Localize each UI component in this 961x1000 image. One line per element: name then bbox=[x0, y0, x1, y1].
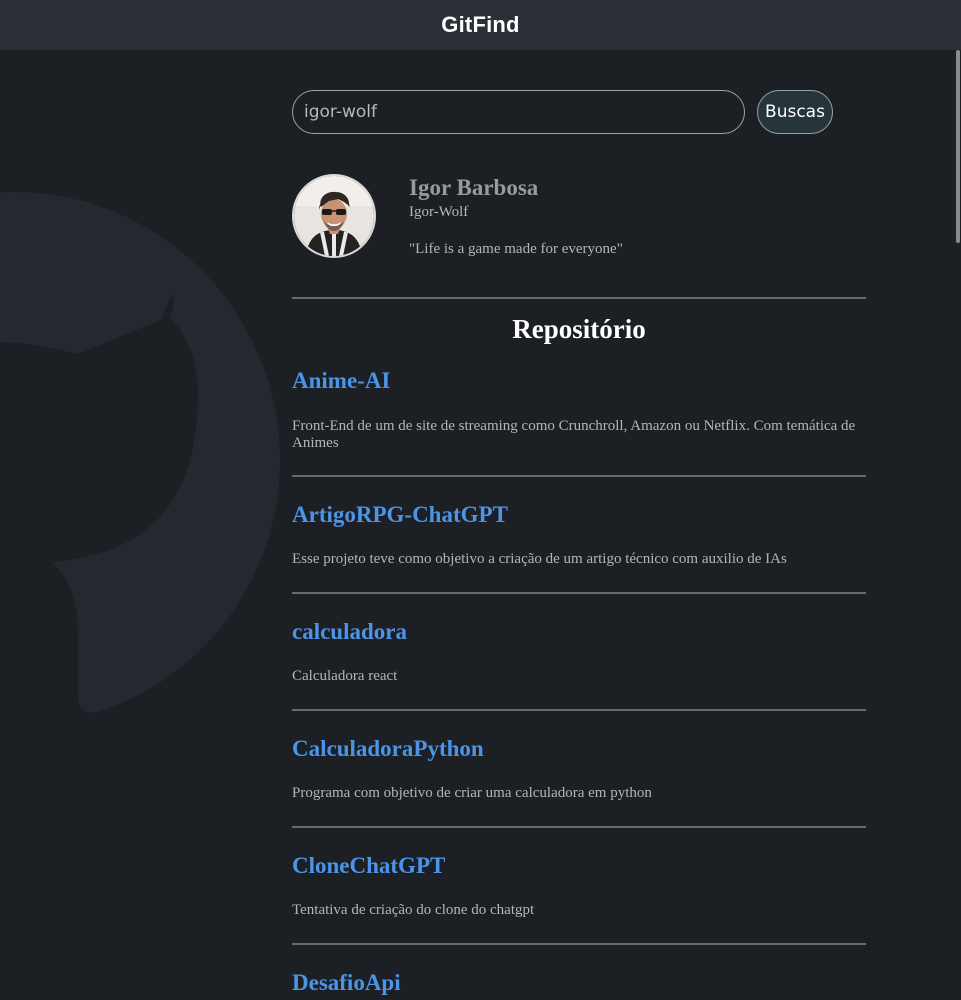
repo-link[interactable]: DesafioApi bbox=[292, 969, 866, 997]
app-title: GitFind bbox=[441, 12, 520, 37]
search-button[interactable]: Buscas bbox=[757, 90, 833, 134]
repo-item: ArtigoRPG-ChatGPT Esse projeto teve como… bbox=[292, 501, 866, 594]
profile-login: Igor-Wolf bbox=[409, 204, 469, 220]
profile-bio: "Life is a game made for everyone" bbox=[409, 241, 623, 257]
repo-description: Front-End de um de site de streaming com… bbox=[292, 418, 856, 451]
profile-info: Igor Barbosa Igor-Wolf "Life is a game m… bbox=[409, 174, 623, 258]
repo-description: Tentativa de criação do clone do chatgpt bbox=[292, 902, 535, 918]
repo-description: Programa com objetivo de criar uma calcu… bbox=[292, 785, 652, 801]
app-root: GitFind Buscas bbox=[0, 0, 961, 1000]
profile-divider bbox=[292, 297, 866, 299]
page-scrollbar[interactable] bbox=[955, 50, 961, 1000]
github-logo-icon bbox=[0, 192, 280, 713]
repo-divider bbox=[292, 826, 866, 828]
profile-name: Igor Barbosa bbox=[409, 175, 539, 200]
repo-item: calculadora Calculadora react bbox=[292, 618, 866, 711]
repo-divider bbox=[292, 475, 866, 477]
search-row: Buscas bbox=[292, 90, 866, 134]
repo-description: Calculadora react bbox=[292, 668, 398, 684]
top-bar: GitFind bbox=[0, 0, 961, 50]
repo-item: DesafioApi bbox=[292, 969, 866, 997]
repo-divider bbox=[292, 709, 866, 711]
repo-item: CloneChatGPT Tentativa de criação do clo… bbox=[292, 852, 866, 945]
avatar-photo bbox=[294, 176, 374, 256]
scrollbar-thumb[interactable] bbox=[956, 50, 960, 243]
repo-link[interactable]: calculadora bbox=[292, 618, 866, 646]
repo-divider bbox=[292, 592, 866, 594]
search-input[interactable] bbox=[292, 90, 745, 134]
avatar bbox=[292, 174, 376, 258]
repo-link[interactable]: ArtigoRPG-ChatGPT bbox=[292, 501, 866, 529]
repo-link[interactable]: CloneChatGPT bbox=[292, 852, 866, 880]
repositories-title: Repositório bbox=[512, 314, 646, 344]
main-content: Buscas bbox=[292, 90, 866, 997]
repo-description: Esse projeto teve como objetivo a criaçã… bbox=[292, 551, 787, 567]
repo-link[interactable]: CalculadoraPython bbox=[292, 735, 866, 763]
repo-divider bbox=[292, 943, 866, 945]
repo-item: CalculadoraPython Programa com objetivo … bbox=[292, 735, 866, 828]
repo-link[interactable]: Anime-AI bbox=[292, 367, 866, 395]
user-profile: Igor Barbosa Igor-Wolf "Life is a game m… bbox=[292, 174, 866, 258]
repo-item: Anime-AI Front-End de um de site de stre… bbox=[292, 367, 866, 477]
